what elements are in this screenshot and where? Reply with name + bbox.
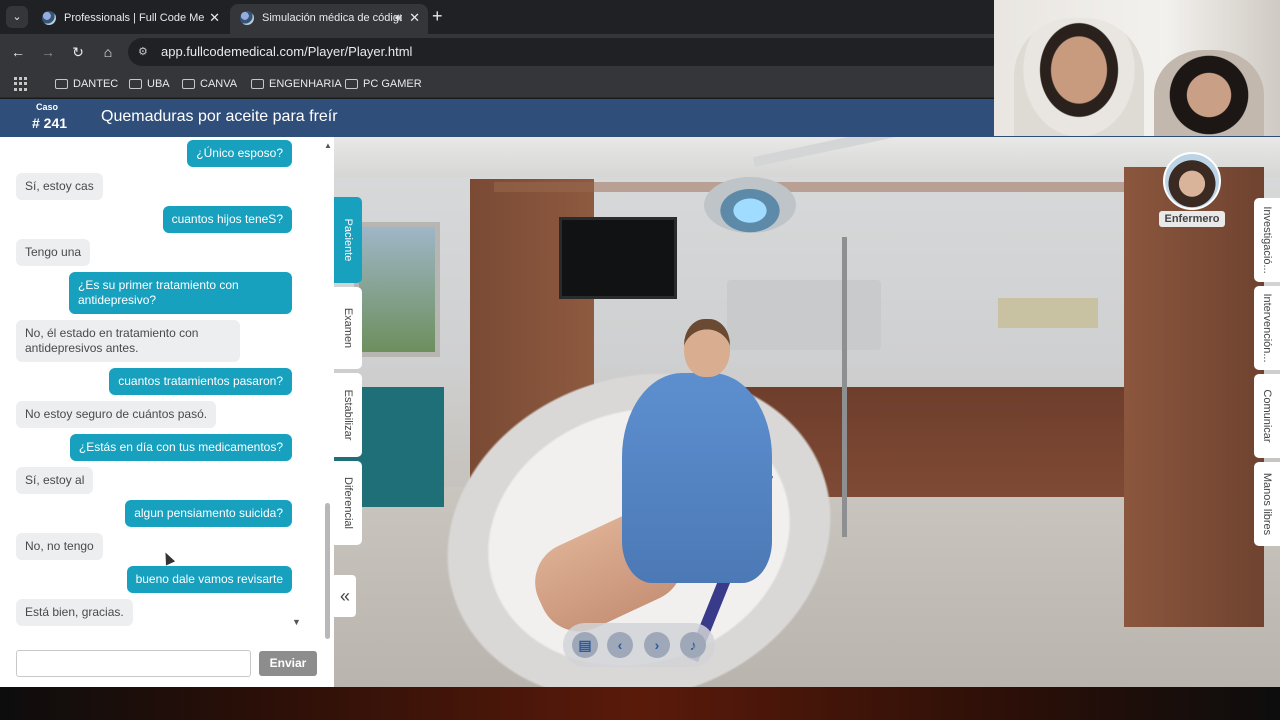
patient-message: Sí, estoy al (16, 467, 94, 494)
bookmark-pc-gamer[interactable]: PC GAMER (345, 76, 422, 92)
simulation-scene[interactable] (334, 137, 1280, 687)
tab-title: Simulación médica de código (262, 12, 402, 24)
bookmark-dantec[interactable]: DANTEC (55, 76, 118, 92)
scroll-up-icon[interactable]: ▲ (324, 141, 332, 150)
tab-paciente[interactable]: Pacientе (334, 197, 362, 283)
case-label: Caso (36, 102, 59, 112)
user-message: bueno dale vamos revisarte (126, 566, 292, 593)
window (354, 222, 440, 357)
notes-icon[interactable]: ▤ (572, 632, 598, 658)
globe-icon (42, 11, 56, 25)
chat-panel: ¿Único esposo? Sí, estoy cas cuantos hij… (0, 137, 334, 687)
folder-icon (251, 79, 264, 89)
iv-pole (842, 237, 847, 537)
collapse-panel-icon[interactable]: « (334, 575, 356, 617)
folder-icon (182, 79, 195, 89)
patient-message: No, no tengo (16, 533, 103, 560)
url-text: app.fullcodemedical.com/Player/Player.ht… (161, 44, 413, 59)
user-message: cuantos hijos teneS? (162, 206, 292, 233)
patient-message: Sí, estoy cas (16, 173, 103, 200)
patient-message: No, él estado en tratamiento con antidep… (16, 320, 240, 362)
new-tab-button[interactable]: + (432, 6, 443, 26)
nurse-avatar[interactable] (1163, 152, 1221, 210)
patient-body[interactable] (622, 373, 772, 583)
close-icon[interactable]: ✕ (409, 4, 420, 32)
case-title: Quemaduras por aceite para freír (101, 108, 338, 125)
patient-message: Está bien, gracias. (16, 599, 133, 626)
scrollbar-thumb[interactable] (325, 503, 330, 639)
tab-comunicar[interactable]: Comunicar (1254, 374, 1280, 458)
speaker-icon[interactable]: ♪ (680, 632, 706, 658)
send-button[interactable]: Enviar (259, 651, 317, 676)
audio-icon[interactable]: 🔊︎ (395, 4, 402, 32)
close-icon[interactable]: ✕ (209, 4, 220, 32)
tab-search-icon[interactable]: ⌄ (6, 6, 28, 28)
tab-investigacion[interactable]: Investigació... (1254, 198, 1280, 282)
cabinet-top (494, 182, 1144, 192)
globe-icon (240, 11, 254, 25)
tab-estabilizar[interactable]: Estabilizar (334, 373, 362, 457)
monitor-screen (559, 217, 677, 299)
scene-controls: ▤ ‹ › ♪ (563, 623, 715, 667)
user-message: cuantos tratamientos pasaron? (109, 368, 292, 395)
right-cabinet (1124, 167, 1264, 627)
browser-tab-professionals[interactable]: Professionals | Full Code Medical ✕ (32, 4, 228, 34)
site-info-icon[interactable]: ⚙ (138, 45, 152, 59)
user-message: ¿Estás en día con tus medicamentos? (69, 434, 292, 461)
chat-history[interactable]: ¿Único esposo? Sí, estoy cas cuantos hij… (0, 137, 322, 633)
bookmark-canva[interactable]: CANVA (182, 76, 237, 92)
tab-manos-libres[interactable]: Manos libres (1254, 462, 1280, 546)
folder-icon (345, 79, 358, 89)
apps-icon[interactable] (14, 77, 28, 91)
screen: ⌄ Professionals | Full Code Medical ✕ Si… (0, 0, 1280, 720)
webcam-person (1154, 50, 1264, 136)
bookmark-engenharia[interactable]: ENGENHARIA (251, 76, 342, 92)
surgical-lamp (704, 177, 796, 233)
scroll-down-icon[interactable]: ▼ (292, 617, 301, 627)
home-icon[interactable]: ⌂ (98, 42, 118, 62)
forward-icon[interactable]: → (38, 42, 58, 62)
bookmark-uba[interactable]: UBA (129, 76, 170, 92)
patient-message: No estoy seguro de cuántos pasó. (16, 401, 217, 428)
folder-icon (55, 79, 68, 89)
webcam-overlay (994, 0, 1280, 136)
patient-message: Tengo una (16, 239, 91, 266)
tab-intervencion[interactable]: Intervención... (1254, 286, 1280, 370)
chat-scrollbar[interactable]: ▲ (322, 137, 334, 642)
user-message: ¿Es su primer tratamiento con antidepres… (69, 272, 292, 314)
patient-head[interactable] (684, 319, 730, 377)
tab-title: Professionals | Full Code Medical (64, 12, 204, 24)
chat-input[interactable] (16, 650, 251, 677)
back-icon[interactable]: ← (8, 42, 28, 62)
nurse-label: Enfermero (1159, 211, 1225, 227)
folder-icon (129, 79, 142, 89)
case-number: # 241 (32, 115, 68, 131)
user-message: ¿Único esposo? (187, 140, 292, 167)
reload-icon[interactable]: ↻ (68, 42, 88, 62)
chevron-left-icon[interactable]: ‹ (607, 632, 633, 658)
background-strip (0, 687, 1280, 720)
tab-examen[interactable]: Examen (334, 287, 362, 369)
tab-diferencial[interactable]: Diferencial (334, 461, 362, 545)
gas-outlet-panel (998, 298, 1098, 328)
browser-tab-simulacion[interactable]: Simulación médica de código 🔊︎ ✕ (230, 4, 428, 34)
user-message: algun pensiamento suicida? (125, 500, 292, 527)
chevron-right-icon[interactable]: › (644, 632, 670, 658)
webcam-person (1014, 18, 1144, 136)
